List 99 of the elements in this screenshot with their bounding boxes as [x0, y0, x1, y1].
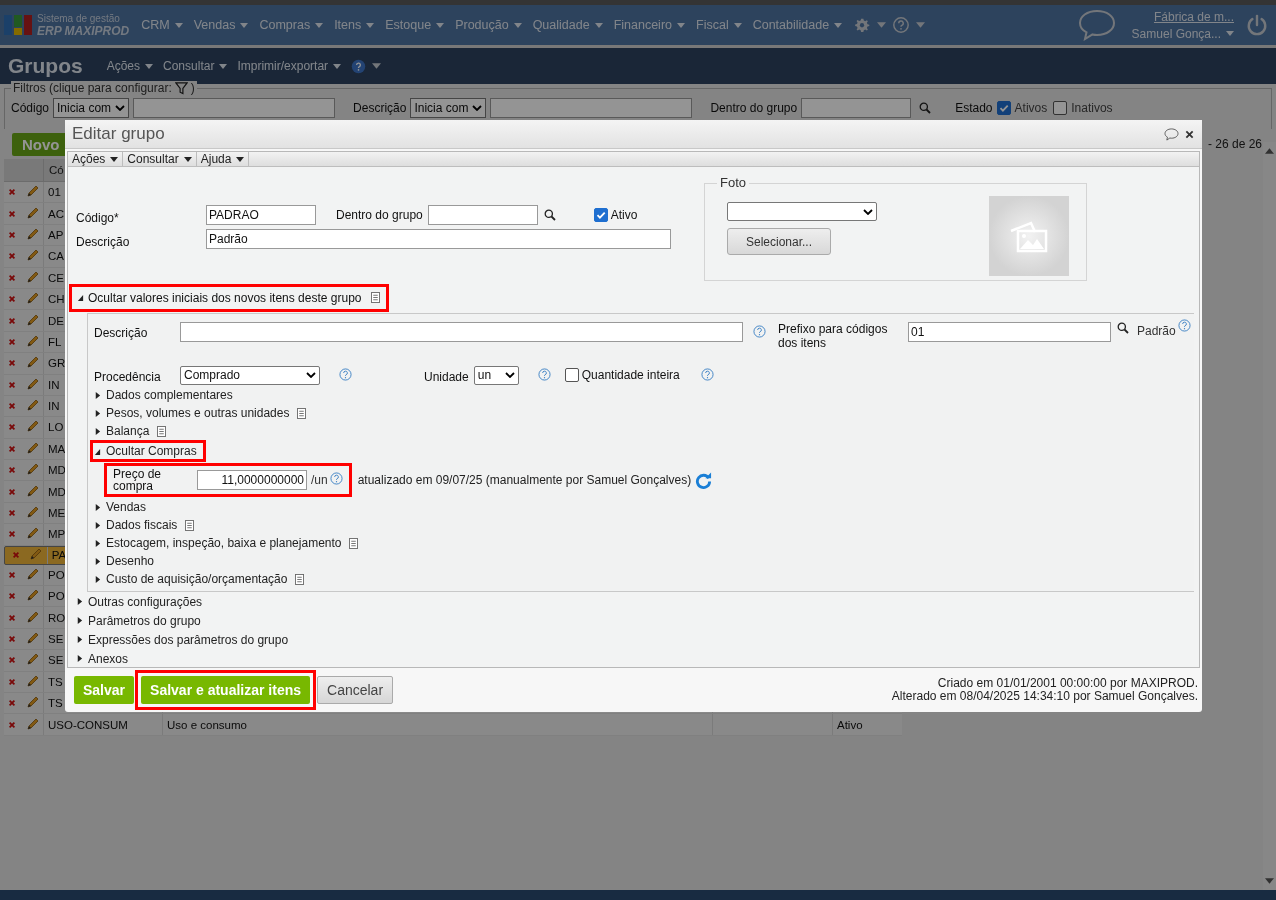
section-header[interactable]: Parâmetros do grupo [68, 611, 1199, 630]
table-cell: SE [48, 654, 64, 667]
table-cell: TS [48, 675, 63, 688]
prefix-input[interactable]: 01 [908, 322, 1111, 342]
checkbox-label[interactable]: Inativos [1071, 101, 1113, 115]
section-header[interactable]: Outras configurações [68, 592, 1199, 611]
table-cell: MA [48, 442, 66, 455]
table-cell: SE [48, 633, 64, 645]
field-label: Código* [76, 210, 120, 225]
section-title[interactable]: Expressões dos parâmetros do grupo [88, 632, 289, 647]
field-label: Descrição [76, 234, 131, 249]
table-cell: IN [48, 400, 60, 413]
section-title[interactable]: Parâmetros do grupo [88, 613, 201, 628]
section-title[interactable]: Outras configurações [88, 594, 203, 609]
column-header[interactable]: Có [44, 164, 64, 176]
table-cell: CH [48, 293, 65, 306]
table-cell: GR [48, 357, 66, 370]
audit-note: Criado em 01/01/2001 00:00:00 por MAXIPROD. [937, 677, 1198, 690]
procedencia-select[interactable]: Comprado [180, 365, 320, 385]
table-cell: PA [51, 549, 67, 562]
subsection-header[interactable]: Dados fiscais [91, 518, 201, 532]
checkbox-label[interactable]: Quantidade inteira [581, 368, 680, 382]
table-cell: MD [48, 485, 66, 498]
brand-name: ERP MAXIPROD [37, 23, 130, 38]
table-cell: Uso e consumo [167, 718, 247, 731]
select-button[interactable]: Selecionar... [727, 228, 831, 255]
subsection-header[interactable]: Ocultar Compras [90, 440, 206, 462]
subsection-header[interactable]: Pesos, volumes e outras unidades [91, 406, 313, 420]
codigo-mode-select[interactable]: Inicia com [53, 98, 130, 118]
price-input[interactable]: 11,0000000000 [197, 470, 307, 490]
section-header[interactable]: Ocultar valores iniciais dos novos itens deste grupo [69, 283, 390, 312]
field-label: Unidade [424, 369, 469, 384]
section-header[interactable]: Anexos [68, 649, 1199, 668]
dialog-menu-item[interactable]: Consultar [123, 152, 197, 166]
subsection-header[interactable]: Custo de aquisição/orçamentação [91, 572, 311, 586]
dialog-button[interactable]: Cancelar [317, 676, 394, 704]
filters-legend[interactable]: Filtros (clique para configurar: [13, 81, 172, 95]
table-cell: LO [48, 421, 64, 434]
subsection-title[interactable]: Dados fiscais [106, 518, 178, 532]
unit-label: /un [311, 473, 328, 487]
unit-select[interactable]: un [473, 365, 519, 385]
section-title[interactable]: Ocultar valores iniciais dos novos itens deste grupo [88, 290, 362, 305]
table-cell: PO [48, 568, 65, 581]
table-cell: CA [48, 250, 64, 263]
subsection-title[interactable]: Balança [106, 424, 150, 438]
field-label: Código [11, 101, 50, 115]
field-label: Preço de compra [113, 467, 163, 493]
subsection-title[interactable]: Custo de aquisição/orçamentação [106, 572, 288, 586]
default-note: Padrão [1137, 324, 1176, 338]
filters-legend-end: ) [190, 81, 195, 95]
descricao-mode-select[interactable]: Inicia com [410, 98, 487, 118]
table-cell: 01 [48, 186, 61, 199]
dialog-title: Editar grupo [72, 124, 166, 144]
brand-subtitle: Sistema de gestão [37, 12, 121, 24]
dialog-menu-item[interactable]: Ações [68, 152, 124, 166]
field-label: Dentro do grupo [336, 208, 423, 222]
checkbox-label[interactable]: Ativo [610, 208, 638, 222]
page-menu-item[interactable]: Imprimir/exportar [237, 59, 342, 73]
descricao-input[interactable]: Padrão [206, 229, 671, 249]
page-menu-item[interactable]: Ações [106, 59, 154, 73]
table-cell: DE [48, 314, 64, 327]
field-label: Estado [955, 101, 993, 115]
subsection-title[interactable]: Desenho [106, 554, 155, 568]
field-label: Descrição [353, 101, 407, 115]
subsection-header[interactable]: Vendas [91, 500, 153, 514]
table-row[interactable]: USO-CONSUM Uso e consumo Ativo [4, 714, 902, 736]
table-cell: AP [48, 228, 64, 241]
checkbox-label[interactable]: Ativos [1014, 101, 1048, 115]
subsection-title[interactable]: Ocultar Compras [106, 444, 197, 458]
table-cell: AC [48, 207, 64, 220]
panel-legend: Foto [717, 175, 749, 190]
field-label: Prefixo para códigos dos itens [778, 322, 889, 350]
audit-note: Alterado em 08/04/2025 14:34:10 por Samuel Gonçalves. [891, 690, 1198, 703]
table-cell: PO [48, 590, 65, 603]
subsection-title[interactable]: Vendas [106, 500, 147, 514]
table-cell: Ativo [837, 718, 863, 731]
table-cell: FL [48, 335, 62, 348]
section-title[interactable]: Anexos [88, 651, 129, 666]
subsection-title[interactable]: Pesos, volumes e outras unidades [106, 406, 290, 420]
table-cell: MD [48, 464, 66, 477]
field-label: Descrição [94, 325, 149, 340]
section-header[interactable]: Expressões dos parâmetros do grupo [68, 630, 1199, 649]
table-cell: USO-CONSUM [48, 718, 128, 731]
page-title: Grupos [8, 54, 83, 78]
subsection-header[interactable]: Balança [91, 424, 173, 438]
codigo-input[interactable]: PADRAO [206, 205, 316, 225]
table-cell: RO [48, 611, 66, 624]
dialog-menu-item[interactable]: Ajuda [196, 152, 250, 166]
record-count: - 26 de 26 [1207, 137, 1262, 151]
update-note: atualizado em 09/07/25 (manualmente por Samuel Gonçalves) [357, 473, 692, 487]
table-cell: TS [48, 697, 63, 710]
field-label: Dentro do grupo [710, 101, 798, 115]
page-menu-item[interactable]: Consultar [163, 59, 228, 73]
table-cell: CE [48, 271, 64, 284]
field-label: Procedência [94, 368, 162, 384]
table-cell: IN [48, 378, 60, 391]
table-cell: MP [48, 528, 66, 541]
subsection-header[interactable]: Desenho [91, 554, 161, 568]
table-cell: ME [48, 507, 66, 520]
